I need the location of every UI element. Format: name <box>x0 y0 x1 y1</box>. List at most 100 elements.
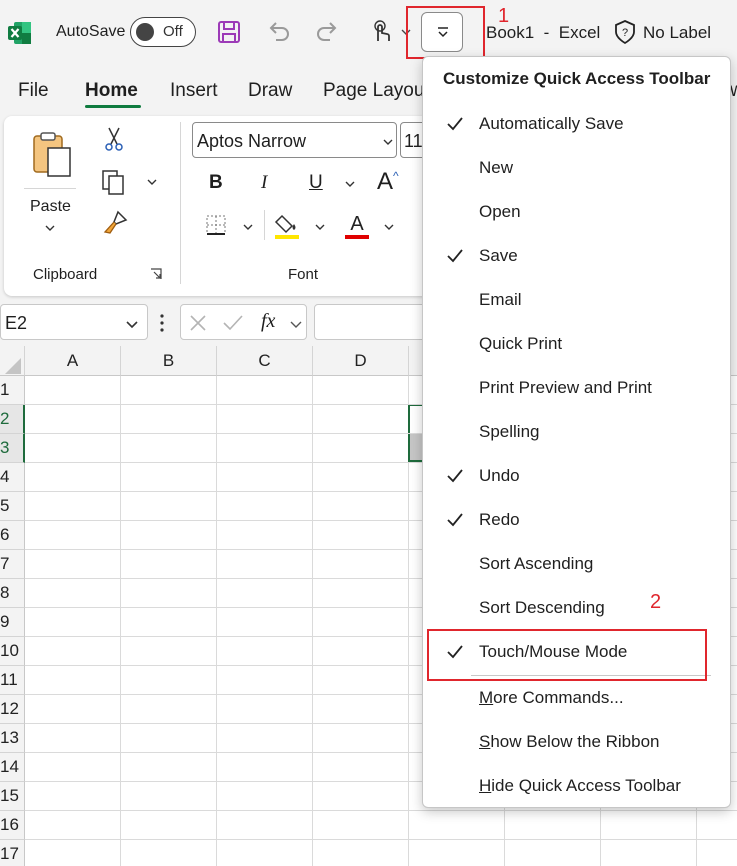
font-size-value: 11 <box>404 131 423 151</box>
svg-text:A: A <box>350 213 364 235</box>
fill-color-icon[interactable] <box>274 210 302 240</box>
menu-item-label: Spelling <box>479 422 540 441</box>
menu-item[interactable]: Sort Ascending <box>423 543 730 587</box>
italic-icon[interactable]: I <box>261 172 267 194</box>
command-text: how Below the Ribbon <box>490 732 660 751</box>
menu-item-label: Open <box>479 202 521 221</box>
accelerator-key: M <box>479 688 494 707</box>
menu-item-label: Automatically Save <box>479 114 624 133</box>
font-separator <box>264 210 265 240</box>
name-box[interactable]: E2 <box>0 304 148 340</box>
menu-item[interactable]: Email <box>423 279 730 323</box>
row-header[interactable]: 1 <box>0 376 25 405</box>
cut-icon[interactable] <box>102 126 126 152</box>
menu-item[interactable]: New <box>423 147 730 191</box>
sensitivity-shield-icon[interactable]: ? <box>612 19 638 45</box>
row-header[interactable]: 5 <box>0 492 25 521</box>
font-color-chevron-icon[interactable] <box>383 221 395 233</box>
formula-input[interactable] <box>314 304 434 340</box>
bold-icon[interactable]: B <box>209 172 223 194</box>
select-all-corner[interactable] <box>0 346 25 376</box>
menu-item-label: Sort Ascending <box>479 554 594 573</box>
insert-function-icon[interactable]: fx <box>261 310 275 333</box>
gridline <box>25 810 737 811</box>
column-header-b[interactable]: B <box>121 346 217 376</box>
tab-insert[interactable]: Insert <box>170 80 218 102</box>
row-header[interactable]: 11 <box>0 666 25 695</box>
command-text: ore Commands... <box>493 688 624 707</box>
annotation-box-2 <box>427 629 707 681</box>
font-name-select[interactable]: Aptos Narrow <box>192 122 397 158</box>
autosave-toggle[interactable]: Off <box>130 17 196 47</box>
copy-chevron-icon[interactable] <box>146 176 158 188</box>
column-header-a[interactable]: A <box>25 346 121 376</box>
increase-font-size-icon[interactable]: A^ <box>377 168 399 196</box>
menu-item-label: Save <box>479 246 518 265</box>
font-name-chevron-icon <box>383 139 393 145</box>
enter-icon[interactable] <box>221 312 245 334</box>
menu-item[interactable]: Undo <box>423 455 730 499</box>
menu-command[interactable]: More Commands... <box>423 677 730 721</box>
tab-file[interactable]: File <box>18 80 49 102</box>
menu-command[interactable]: Hide Quick Access Toolbar <box>423 765 730 809</box>
underline-chevron-icon[interactable] <box>344 178 356 190</box>
menu-item[interactable]: Redo <box>423 499 730 543</box>
row-header[interactable]: 14 <box>0 753 25 782</box>
format-painter-icon[interactable] <box>102 210 128 236</box>
gridline <box>312 376 313 866</box>
menu-command[interactable]: Show Below the Ribbon <box>423 721 730 765</box>
cancel-icon[interactable] <box>187 312 209 334</box>
row-header[interactable]: 7 <box>0 550 25 579</box>
row-header[interactable]: 4 <box>0 463 25 492</box>
borders-chevron-icon[interactable] <box>242 221 254 233</box>
underline-icon[interactable]: U <box>309 172 323 194</box>
toggle-knob <box>136 23 154 41</box>
font-group-label: Font <box>288 266 319 283</box>
clipboard-launcher-icon[interactable] <box>150 268 162 280</box>
row-header[interactable]: 13 <box>0 724 25 753</box>
row-header[interactable]: 2 <box>0 405 25 434</box>
save-icon[interactable] <box>214 17 244 47</box>
row-header[interactable]: 17 <box>0 840 25 866</box>
more-options-icon[interactable] <box>158 312 166 334</box>
undo-icon[interactable] <box>264 17 294 47</box>
fill-color-chevron-icon[interactable] <box>314 221 326 233</box>
active-tab-indicator <box>85 105 141 108</box>
column-header-d[interactable]: D <box>313 346 409 376</box>
menu-item[interactable]: Automatically Save <box>423 103 730 147</box>
row-header[interactable]: 6 <box>0 521 25 550</box>
accelerator-key: S <box>479 732 491 751</box>
workbook-title: Book1 - Excel <box>486 23 601 42</box>
checkmark-icon <box>447 117 463 131</box>
tab-page-layout[interactable]: Page Layout <box>323 80 430 102</box>
menu-item[interactable]: Quick Print <box>423 323 730 367</box>
sensitivity-label[interactable]: No Label <box>643 23 711 43</box>
menu-item[interactable]: Save <box>423 235 730 279</box>
redo-icon[interactable] <box>312 17 342 47</box>
borders-icon[interactable] <box>204 213 228 237</box>
touch-mode-icon[interactable] <box>366 17 396 47</box>
tab-home[interactable]: Home <box>85 80 138 102</box>
row-header[interactable]: 9 <box>0 608 25 637</box>
row-header[interactable]: 10 <box>0 637 25 666</box>
menu-item-label: Quick Print <box>479 334 563 353</box>
menu-item[interactable]: Sort Descending <box>423 587 730 631</box>
menu-item[interactable]: Spelling <box>423 411 730 455</box>
paste-icon[interactable] <box>28 130 78 180</box>
copy-icon[interactable] <box>100 168 128 196</box>
row-header[interactable]: 16 <box>0 811 25 840</box>
tab-draw[interactable]: Draw <box>248 80 292 102</box>
menu-item[interactable]: Open <box>423 191 730 235</box>
column-header-c[interactable]: C <box>217 346 313 376</box>
row-header[interactable]: 12 <box>0 695 25 724</box>
gridline <box>216 376 217 866</box>
row-header[interactable]: 15 <box>0 782 25 811</box>
paste-label[interactable]: Paste <box>30 198 71 216</box>
menu-item[interactable]: Print Preview and Print <box>423 367 730 411</box>
fx-chevron-icon[interactable] <box>289 317 303 331</box>
paste-chevron-icon[interactable] <box>44 222 56 234</box>
font-color-icon[interactable]: A <box>344 210 372 240</box>
row-header[interactable]: 3 <box>0 434 25 463</box>
tab-overflow-text[interactable]: w <box>730 80 737 102</box>
row-header[interactable]: 8 <box>0 579 25 608</box>
